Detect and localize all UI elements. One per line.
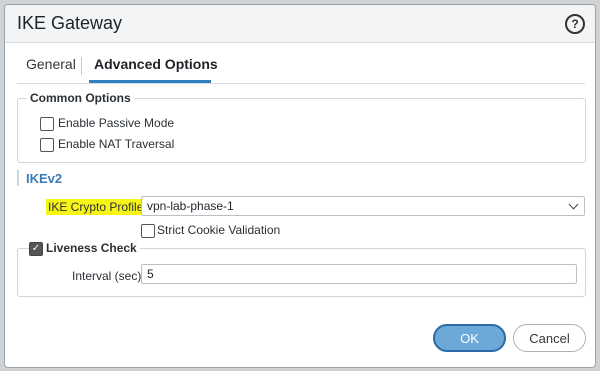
tab-advanced-options[interactable]: Advanced Options (94, 56, 218, 72)
ike-crypto-profile-label: IKE Crypto Profile (46, 199, 146, 215)
common-options-group (17, 98, 586, 163)
tab-separator (81, 57, 82, 75)
strict-cookie-validation-label: Strict Cookie Validation (157, 223, 281, 237)
ike-gateway-dialog: IKE Gateway ? General Advanced Options C… (4, 4, 596, 368)
liveness-check-checkbox[interactable]: ✓ (29, 242, 43, 256)
common-options-title: Common Options (27, 91, 134, 105)
enable-nat-traversal-label: Enable NAT Traversal (58, 137, 175, 151)
interval-input[interactable] (141, 264, 577, 284)
cancel-button[interactable]: Cancel (513, 324, 586, 352)
enable-passive-mode-label: Enable Passive Mode (58, 116, 175, 130)
help-icon[interactable]: ? (565, 14, 585, 34)
enable-passive-mode-checkbox[interactable] (40, 117, 54, 131)
tab-bar: General Advanced Options (5, 42, 595, 84)
ike-crypto-profile-select[interactable]: vpn-lab-phase-1 (141, 196, 585, 216)
ikev2-section-marker (17, 170, 19, 186)
dialog-title: IKE Gateway (17, 13, 123, 33)
liveness-check-label: Liveness Check (43, 241, 140, 255)
strict-cookie-validation-checkbox[interactable] (141, 224, 155, 238)
chevron-down-icon (568, 199, 579, 210)
dialog-title-bar: IKE Gateway ? (5, 5, 595, 43)
enable-nat-traversal-checkbox[interactable] (40, 138, 54, 152)
tab-general[interactable]: General (26, 56, 76, 72)
interval-label: Interval (sec) (72, 269, 142, 283)
ikev2-section-title: IKEv2 (26, 171, 63, 186)
tabs-divider (17, 83, 585, 84)
ok-button[interactable]: OK (433, 324, 506, 352)
ike-crypto-profile-value: vpn-lab-phase-1 (147, 199, 234, 213)
